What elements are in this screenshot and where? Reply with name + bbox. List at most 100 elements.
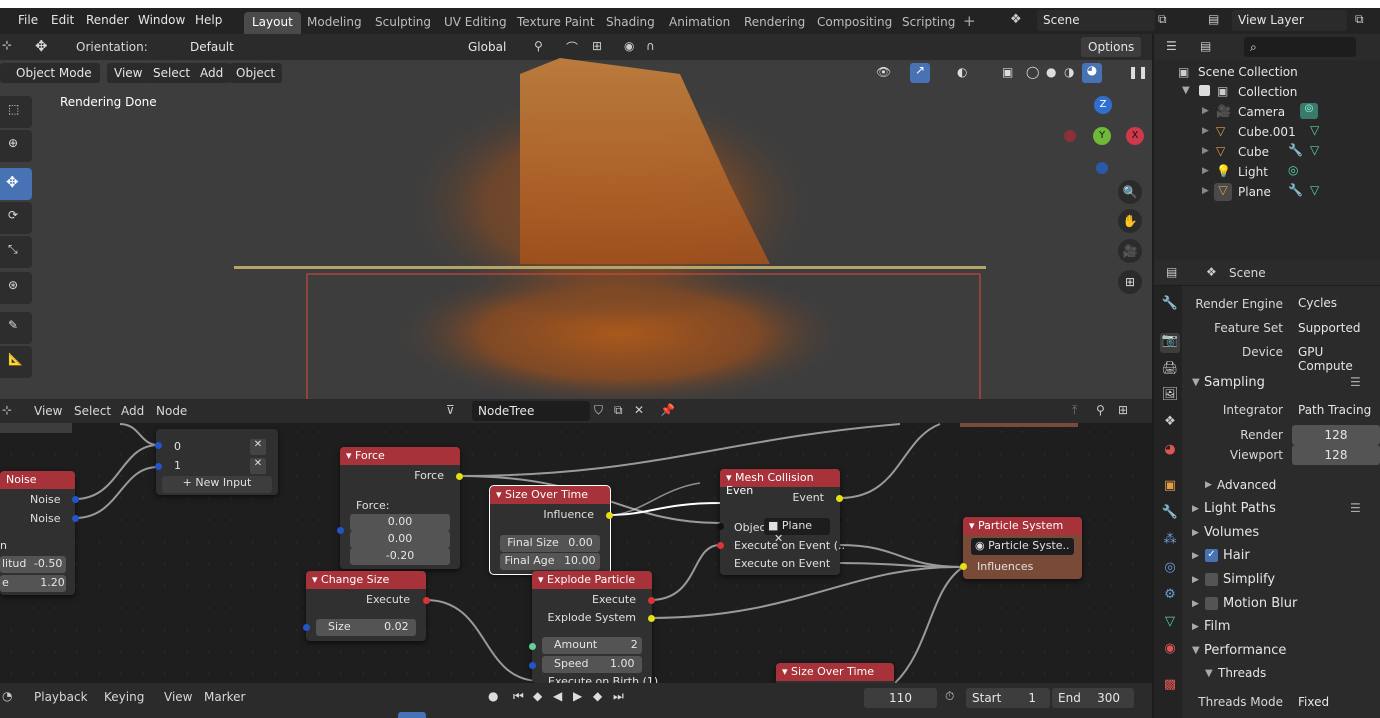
influence-socket[interactable] <box>606 512 613 519</box>
outliner-type-icon[interactable]: ☰ <box>1166 39 1177 53</box>
amount-field[interactable]: Amount 2 <box>542 637 642 654</box>
start-frame-field[interactable]: Start 1 <box>966 688 1050 708</box>
particles-tab-icon[interactable]: ⁂ <box>1160 532 1180 552</box>
node-particle-system[interactable]: ▾ Particle System ◉ Particle Syste.. Inf… <box>963 517 1082 579</box>
simplify-expand-icon[interactable]: ▶ <box>1192 575 1199 585</box>
remove-item-icon[interactable]: ✕ <box>250 458 266 474</box>
film-expand-icon[interactable]: ▶ <box>1192 622 1199 632</box>
tab-texture-paint[interactable]: Texture Paint <box>509 12 602 34</box>
volumes-panel-header[interactable]: Volumes <box>1204 525 1259 540</box>
scene-selector[interactable]: Scene <box>1037 10 1155 31</box>
advanced-expand-icon[interactable]: ▶ <box>1205 480 1212 490</box>
gizmo-neg-x-axis[interactable] <box>1064 130 1076 142</box>
scene-collection-label[interactable]: Scene Collection <box>1198 65 1298 79</box>
force-output-socket[interactable] <box>456 473 463 480</box>
motion-blur-expand-icon[interactable]: ▶ <box>1192 599 1199 609</box>
outliner-item-light[interactable]: Light <box>1238 165 1268 179</box>
sampling-panel-header[interactable]: Sampling <box>1204 375 1265 390</box>
speed-socket[interactable] <box>529 662 536 669</box>
tab-layout[interactable]: Layout <box>244 12 301 34</box>
node-explode-particle[interactable]: ▾ Explode Particle Execute Explode Syste… <box>532 571 658 683</box>
motion-blur-panel-header[interactable]: Motion Blur <box>1223 596 1297 611</box>
outliner-item-cube001[interactable]: Cube.001 <box>1238 125 1296 139</box>
view-layer-icon[interactable]: ▤ <box>1208 12 1219 26</box>
next-keyframe-icon[interactable]: ◆ <box>593 689 602 703</box>
scene-copy-icon[interactable]: ⧉ <box>1158 12 1167 27</box>
final-age-field[interactable]: Final Age 10.00 <box>500 553 600 570</box>
outliner-search-input[interactable]: ⌕ <box>1244 37 1356 57</box>
jump-start-icon[interactable]: ⏮ <box>513 689 524 704</box>
pan-hand-icon[interactable]: ✋ <box>1118 209 1142 233</box>
performance-panel-header[interactable]: Performance <box>1204 643 1286 658</box>
play-reverse-icon[interactable]: ◀ <box>553 689 562 703</box>
mesh-data-tab-icon[interactable]: ▽ <box>1160 614 1180 634</box>
node-list[interactable]: 0 ✕ 1 ✕ + New Input <box>156 429 278 495</box>
record-icon[interactable]: ● <box>488 689 498 703</box>
force-y-field[interactable]: 0.00 <box>350 531 450 548</box>
timeline-menu-marker[interactable]: Marker <box>204 690 245 704</box>
noise-scale-field[interactable]: e 1.20 <box>0 575 66 592</box>
particle-system-field[interactable]: ◉ Particle Syste.. <box>971 538 1074 555</box>
timeline-menu-keying[interactable]: Keying <box>104 690 144 704</box>
camera-view-icon[interactable]: 🎥 <box>1118 239 1142 263</box>
explode-system-socket[interactable] <box>648 615 655 622</box>
change-size-execute-socket[interactable] <box>423 597 430 604</box>
force-x-field[interactable]: 0.00 <box>350 514 450 531</box>
render-samples-field[interactable]: 128 <box>1292 425 1380 445</box>
device-dropdown[interactable]: GPU Compute <box>1292 342 1380 373</box>
execute-event-socket[interactable] <box>717 542 724 549</box>
modifier-tab-icon[interactable]: 🔧 <box>1160 505 1180 525</box>
viewport-samples-field[interactable]: 128 <box>1292 445 1380 465</box>
constraints-tab-icon[interactable]: ⚙ <box>1160 587 1180 607</box>
material-tab-icon[interactable]: ◉ <box>1160 641 1180 661</box>
menu-render[interactable]: Render <box>86 13 129 27</box>
view-layer-copy-icon[interactable]: ⧉ <box>1355 12 1364 27</box>
scene-tab-icon[interactable]: ❖ <box>1160 414 1180 434</box>
collection-label[interactable]: Collection <box>1238 85 1297 99</box>
zoom-icon[interactable]: 🔍 <box>1118 180 1142 204</box>
mesh-data-icon[interactable]: ▽ <box>1310 183 1319 197</box>
expand-arrow-icon[interactable]: ▶ <box>1202 126 1209 136</box>
presets-icon[interactable]: ☰ <box>1350 501 1361 515</box>
add-workspace-icon[interactable]: + <box>963 12 976 30</box>
expand-arrow-icon[interactable]: ▶ <box>1202 146 1209 156</box>
outliner[interactable]: ☰ ▤ ⌕ ▣ Scene Collection ▼ ▣ Collection … <box>1154 34 1380 260</box>
hair-checkbox[interactable]: ✓ <box>1205 549 1218 562</box>
node-noise[interactable]: Noise Noise Noise n litud -0.50 e 1.20 <box>0 471 75 595</box>
tab-animation[interactable]: Animation <box>661 12 738 34</box>
tab-scripting[interactable]: Scripting <box>894 12 963 34</box>
menu-help[interactable]: Help <box>195 13 222 27</box>
object-field[interactable]: ■ Plane ✕ <box>764 518 830 545</box>
view-layer-selector[interactable]: View Layer <box>1232 10 1347 31</box>
node-change-size[interactable]: ▾ Change Size Execute Size 0.02 <box>306 571 426 641</box>
node-size-over-time[interactable]: ▾ Size Over Time Influence Final Size 0.… <box>489 485 611 575</box>
object-socket[interactable] <box>717 523 724 530</box>
remove-item-icon[interactable]: ✕ <box>250 439 266 455</box>
view-layer-tab-icon[interactable]: 🖼 <box>1160 387 1180 407</box>
output-tab-icon[interactable]: 🖨 <box>1160 361 1180 381</box>
tab-uv-editing[interactable]: UV Editing <box>436 12 515 34</box>
size-field[interactable]: Size 0.02 <box>316 619 416 636</box>
expand-arrow-icon[interactable]: ▶ <box>1202 166 1209 176</box>
force-input-socket[interactable] <box>337 527 344 534</box>
modifier-wrench-icon[interactable]: 🔧 <box>1288 143 1303 157</box>
tab-compositing[interactable]: Compositing <box>809 12 900 34</box>
expand-arrow-icon[interactable]: ▶ <box>1202 186 1209 196</box>
integrator-dropdown[interactable]: Path Tracing <box>1292 400 1380 420</box>
timeline-menu-playback[interactable]: Playback <box>34 690 88 704</box>
node-size-over-time-2[interactable]: ▾ Size Over Time <box>776 663 894 683</box>
tab-sculpting[interactable]: Sculpting <box>367 12 439 34</box>
node-force[interactable]: ▾ Force Force Force: 0.00 0.00 -0.20 <box>340 447 460 569</box>
motion-blur-checkbox[interactable] <box>1205 597 1218 610</box>
end-frame-field[interactable]: End 300 <box>1052 688 1134 708</box>
final-size-field[interactable]: Final Size 0.00 <box>500 535 600 552</box>
performance-expand-icon[interactable]: ▼ <box>1192 645 1200 656</box>
feature-set-dropdown[interactable]: Supported <box>1292 318 1380 338</box>
explode-execute-socket[interactable] <box>648 597 655 604</box>
menu-window[interactable]: Window <box>138 13 185 27</box>
collection-checkbox[interactable] <box>1199 85 1210 96</box>
size-socket[interactable] <box>303 624 310 631</box>
properties-type-icon[interactable]: ▤ <box>1166 265 1177 279</box>
current-frame-field[interactable]: 110 <box>864 688 937 708</box>
display-mode-icon[interactable]: ▤ <box>1200 39 1211 53</box>
